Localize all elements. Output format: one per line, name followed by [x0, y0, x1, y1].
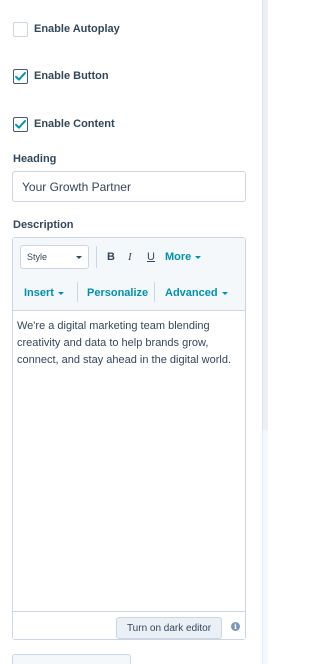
heading-input[interactable]: Your Growth Partner: [12, 171, 246, 202]
heading-input-value: Your Growth Partner: [22, 179, 131, 194]
toolbar-divider: [77, 282, 78, 302]
enable-content-toggle[interactable]: Enable Content: [13, 115, 115, 133]
style-select-value: Style: [27, 252, 48, 262]
dark-editor-button[interactable]: Turn on dark editor: [116, 617, 222, 639]
toolbar-divider: [154, 282, 155, 302]
button-checkbox[interactable]: [13, 68, 28, 84]
button-label: Enable Button: [34, 70, 109, 82]
editor-toolbar: Style B I U More Insert Personalize Adva…: [13, 238, 245, 311]
chevron-down-icon: [195, 255, 202, 259]
style-select[interactable]: Style: [20, 245, 89, 269]
personalize-button[interactable]: Personalize: [87, 287, 148, 299]
content-label: Enable Content: [34, 118, 115, 130]
content-checkbox[interactable]: [13, 116, 28, 132]
autoplay-label: Enable Autoplay: [34, 23, 120, 35]
toolbar-divider: [96, 246, 97, 268]
advanced-label: Advanced: [165, 287, 218, 299]
enable-button-toggle[interactable]: Enable Button: [13, 67, 109, 85]
insert-menu-button[interactable]: Insert: [24, 287, 64, 299]
chevron-down-icon: [221, 291, 228, 295]
advanced-menu-button[interactable]: Advanced: [165, 287, 228, 299]
bold-button[interactable]: B: [107, 251, 115, 263]
info-icon[interactable]: i: [231, 622, 240, 631]
underline-button[interactable]: U: [147, 251, 155, 263]
italic-button[interactable]: I: [128, 251, 132, 263]
checkmark-icon: [15, 119, 26, 129]
autoplay-checkbox[interactable]: [13, 21, 28, 37]
cutoff-button[interactable]: [12, 654, 131, 664]
enable-autoplay-toggle[interactable]: Enable Autoplay: [13, 20, 120, 38]
more-menu-button[interactable]: More: [165, 251, 202, 263]
editor-footer: Turn on dark editor i: [13, 611, 245, 639]
scrollbar-thumb[interactable]: [262, 0, 268, 430]
description-label: Description: [13, 219, 74, 231]
checkmark-icon: [15, 71, 26, 81]
chevron-down-icon: [76, 256, 82, 259]
editor-content[interactable]: We're a digital marketing team blending …: [17, 318, 243, 369]
chevron-down-icon: [57, 291, 64, 295]
heading-label: Heading: [13, 153, 57, 165]
rich-text-editor[interactable]: Style B I U More Insert Personalize Adva…: [12, 237, 246, 640]
more-label: More: [165, 251, 192, 263]
insert-label: Insert: [24, 287, 54, 299]
